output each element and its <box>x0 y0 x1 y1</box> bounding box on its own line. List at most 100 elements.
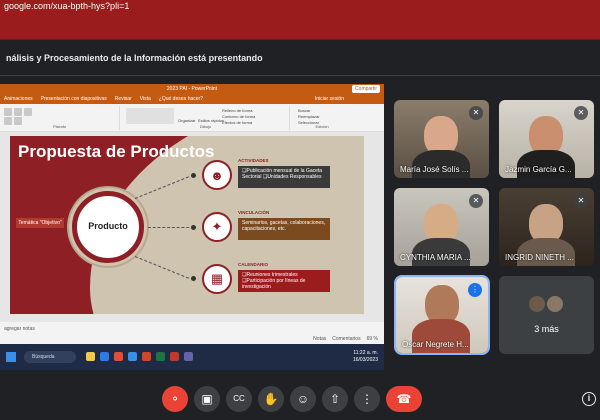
presenting-text: nálisis y Procesamiento de la Informació… <box>6 53 263 63</box>
taskbar-time: 11:22 a. m. <box>353 350 378 356</box>
menu-sign-in: Iniciar sesión <box>314 96 344 102</box>
section-box-actividades: ❑Publicación mensual de la Gaceta Sector… <box>238 166 330 188</box>
slide-heading: Propuesta de Productos <box>18 142 215 161</box>
section-box-vinculacion: Seminarios, gacetas, colaboraciones, cap… <box>238 218 330 240</box>
meeting-controls: ⚬ ▣ CC ✋ ☺ ⇧ ⋮ ☎ i <box>0 380 600 420</box>
taskbar-date: 16/03/2023 <box>352 357 378 363</box>
connector-line <box>148 227 194 228</box>
powerpoint-share-button: Compartir <box>352 85 380 93</box>
browser-url[interactable]: google.com/xua-bpth-hys?pli=1 <box>4 1 129 11</box>
menu-vista: Vista <box>139 96 151 102</box>
camera-button[interactable]: ▣ <box>194 386 220 412</box>
meeting-info-icon[interactable]: i <box>582 392 596 406</box>
captions-button[interactable]: CC <box>226 386 252 412</box>
zoom-level: 69 % <box>366 336 378 342</box>
present-icon: ⇧ <box>329 392 341 406</box>
mic-off-icon: ⚬ <box>169 392 181 406</box>
participant-tile-speaking[interactable]: ⋮ Oscar Negrete H... <box>394 275 490 355</box>
comments-button: Comentarios <box>332 336 361 342</box>
end-call-button[interactable]: ☎ <box>386 386 422 412</box>
participant-name: Jazmin García G... <box>505 165 572 174</box>
windows-taskbar: Búsqueda 11:22 a. m. 16/03/2023 <box>0 344 384 370</box>
chrome-icon <box>114 352 123 361</box>
excel-icon <box>156 352 165 361</box>
ribbon-reemplazar: Reemplazar <box>298 114 320 119</box>
section-title-calendario: CALENDARIO <box>238 262 268 267</box>
shared-screen: 2023 PAI - PowerPoint Compartir Animacio… <box>0 84 384 370</box>
ribbon-buscar: Buscar <box>298 108 311 113</box>
ribbon-estilos: Estilos rápidos <box>198 118 225 123</box>
menu-tell-me: ¿Qué desea hacer? <box>158 96 203 102</box>
ribbon-group-dibujo: Organizar Estilos rápidos Relleno de for… <box>122 106 290 130</box>
browser-address-bar[interactable]: google.com/xua-bpth-hys?pli=1 <box>0 0 600 14</box>
phone-hangup-icon: ☎ <box>396 392 412 406</box>
speaking-indicator-icon: ⋮ <box>468 283 482 297</box>
ribbon-group-edicion: Buscar Reemplazar Seleccionar Edición <box>292 106 352 130</box>
network-icon: ✦ <box>202 212 232 242</box>
emoji-button[interactable]: ☺ <box>290 386 316 412</box>
browser-tab-strip <box>0 14 600 40</box>
section-title-actividades: ACTIVIDADES <box>238 158 269 163</box>
connector-dot <box>191 225 196 230</box>
more-vert-icon: ⋮ <box>361 392 373 406</box>
ribbon-label-dibujo: Dibujo <box>199 124 212 129</box>
powerpoint-window-title: 2023 PAI - PowerPoint <box>166 86 218 92</box>
taskbar-search: Búsqueda <box>24 351 76 363</box>
camera-icon: ▣ <box>201 392 213 406</box>
participant-avatar <box>547 296 563 312</box>
menu-animaciones: Animaciones <box>4 96 33 102</box>
mic-off-icon: ✕ <box>574 194 588 208</box>
shapes-gallery-icon <box>126 108 174 124</box>
participant-name: María José Solís ... <box>400 165 469 174</box>
ribbon-label-parrafo: Párrafo <box>52 124 67 129</box>
present-button[interactable]: ⇧ <box>322 386 348 412</box>
menu-revisar: Revisar <box>114 96 132 102</box>
menu-presentacion: Presentación con diapositivas <box>40 96 107 102</box>
more-participants-tile[interactable]: 3 más <box>499 276 594 354</box>
bullets-icon <box>14 108 22 116</box>
file-explorer-icon <box>86 352 95 361</box>
mic-off-icon: ✕ <box>469 106 483 120</box>
teams-icon <box>184 352 193 361</box>
notes-button: Notas <box>313 336 327 342</box>
powerpoint-status-bar: agregar notas Notas Comentarios 69 % <box>0 322 384 344</box>
calendar-icon: ▦ <box>202 264 232 294</box>
opera-icon <box>170 352 179 361</box>
mic-off-icon: ✕ <box>469 194 483 208</box>
participant-name: INGRID NINETH ... <box>505 253 574 262</box>
participant-tile[interactable]: ✕ CYNTHIA MARIA ... <box>394 188 489 266</box>
powerpoint-menu-bar: Animaciones Presentación con diapositiva… <box>0 94 384 104</box>
people-group-icon: ☻ <box>202 160 232 190</box>
notes-placeholder: agregar notas <box>4 326 35 332</box>
producto-circle: Producto <box>72 191 144 263</box>
more-options-button[interactable]: ⋮ <box>354 386 380 412</box>
slide-canvas: Propuesta de Productos Temática "Objetiv… <box>0 132 384 322</box>
edge-icon <box>100 352 109 361</box>
ribbon-label-edicion: Edición <box>315 124 329 129</box>
ribbon-group-parrafo: Párrafo <box>0 106 120 130</box>
participant-name: CYNTHIA MARIA ... <box>400 253 471 262</box>
emoji-icon: ☺ <box>296 392 310 406</box>
more-participants-label: 3 más <box>534 324 559 334</box>
tematica-label: Temática "Objetivo" <box>16 218 64 228</box>
ribbon-organizar: Organizar <box>178 118 196 123</box>
powerpoint-icon <box>142 352 151 361</box>
align-icon <box>4 108 12 116</box>
captions-icon: CC <box>233 394 245 403</box>
powerpoint-ribbon: Párrafo Organizar Estilos rápidos Rellen… <box>0 104 384 132</box>
ribbon-relleno: Relleno de forma <box>222 108 253 113</box>
taskbar-clock: 11:22 a. m. 16/03/2023 <box>353 350 378 364</box>
participant-tile[interactable]: ✕ INGRID NINETH ... <box>499 188 594 266</box>
windows-start-icon <box>6 352 16 362</box>
connector-dot <box>191 173 196 178</box>
section-title-vinculacion: VINCULACIÓN <box>238 210 270 215</box>
participant-name: Oscar Negrete H... <box>402 340 469 349</box>
presenting-banner: nálisis y Procesamiento de la Informació… <box>0 40 600 76</box>
participant-tile[interactable]: ✕ Jazmin García G... <box>499 100 594 178</box>
participant-tile[interactable]: ✕ María José Solís ... <box>394 100 489 178</box>
slide: Propuesta de Productos Temática "Objetiv… <box>10 136 364 314</box>
mic-off-icon: ✕ <box>574 106 588 120</box>
mic-off-button[interactable]: ⚬ <box>162 386 188 412</box>
powerpoint-title-bar: 2023 PAI - PowerPoint Compartir <box>0 84 384 94</box>
raise-hand-button[interactable]: ✋ <box>258 386 284 412</box>
